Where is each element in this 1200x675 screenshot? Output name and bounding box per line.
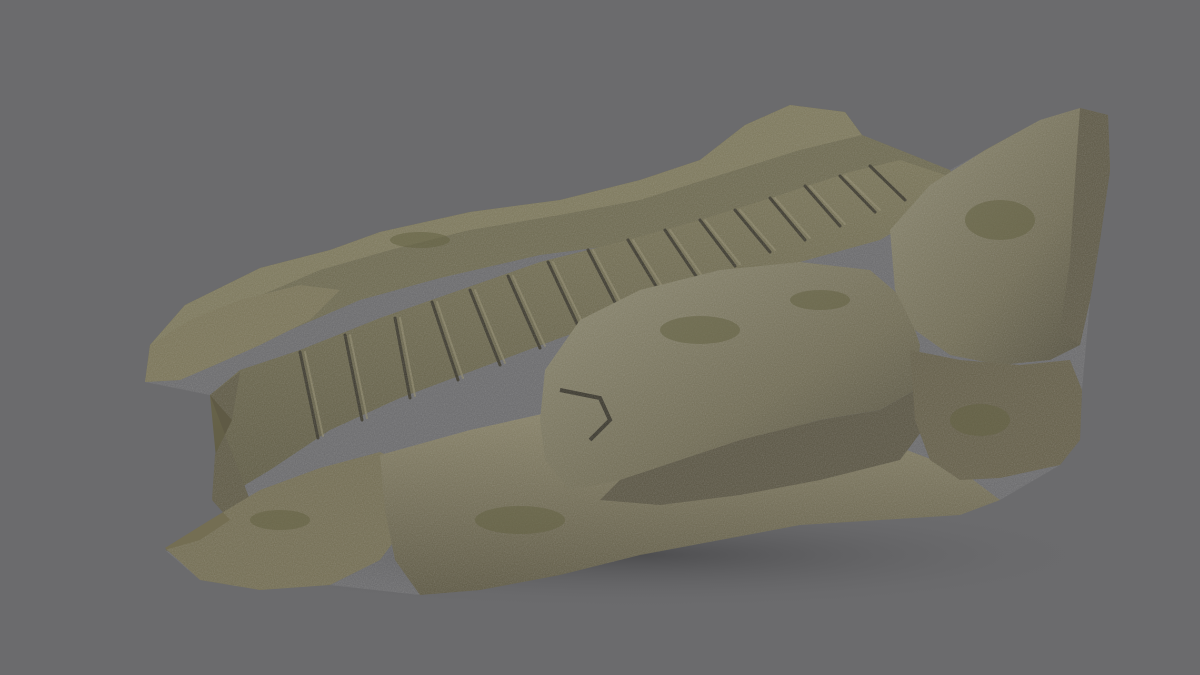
rock-model-render (145, 105, 1110, 610)
render-viewport (0, 0, 1200, 675)
